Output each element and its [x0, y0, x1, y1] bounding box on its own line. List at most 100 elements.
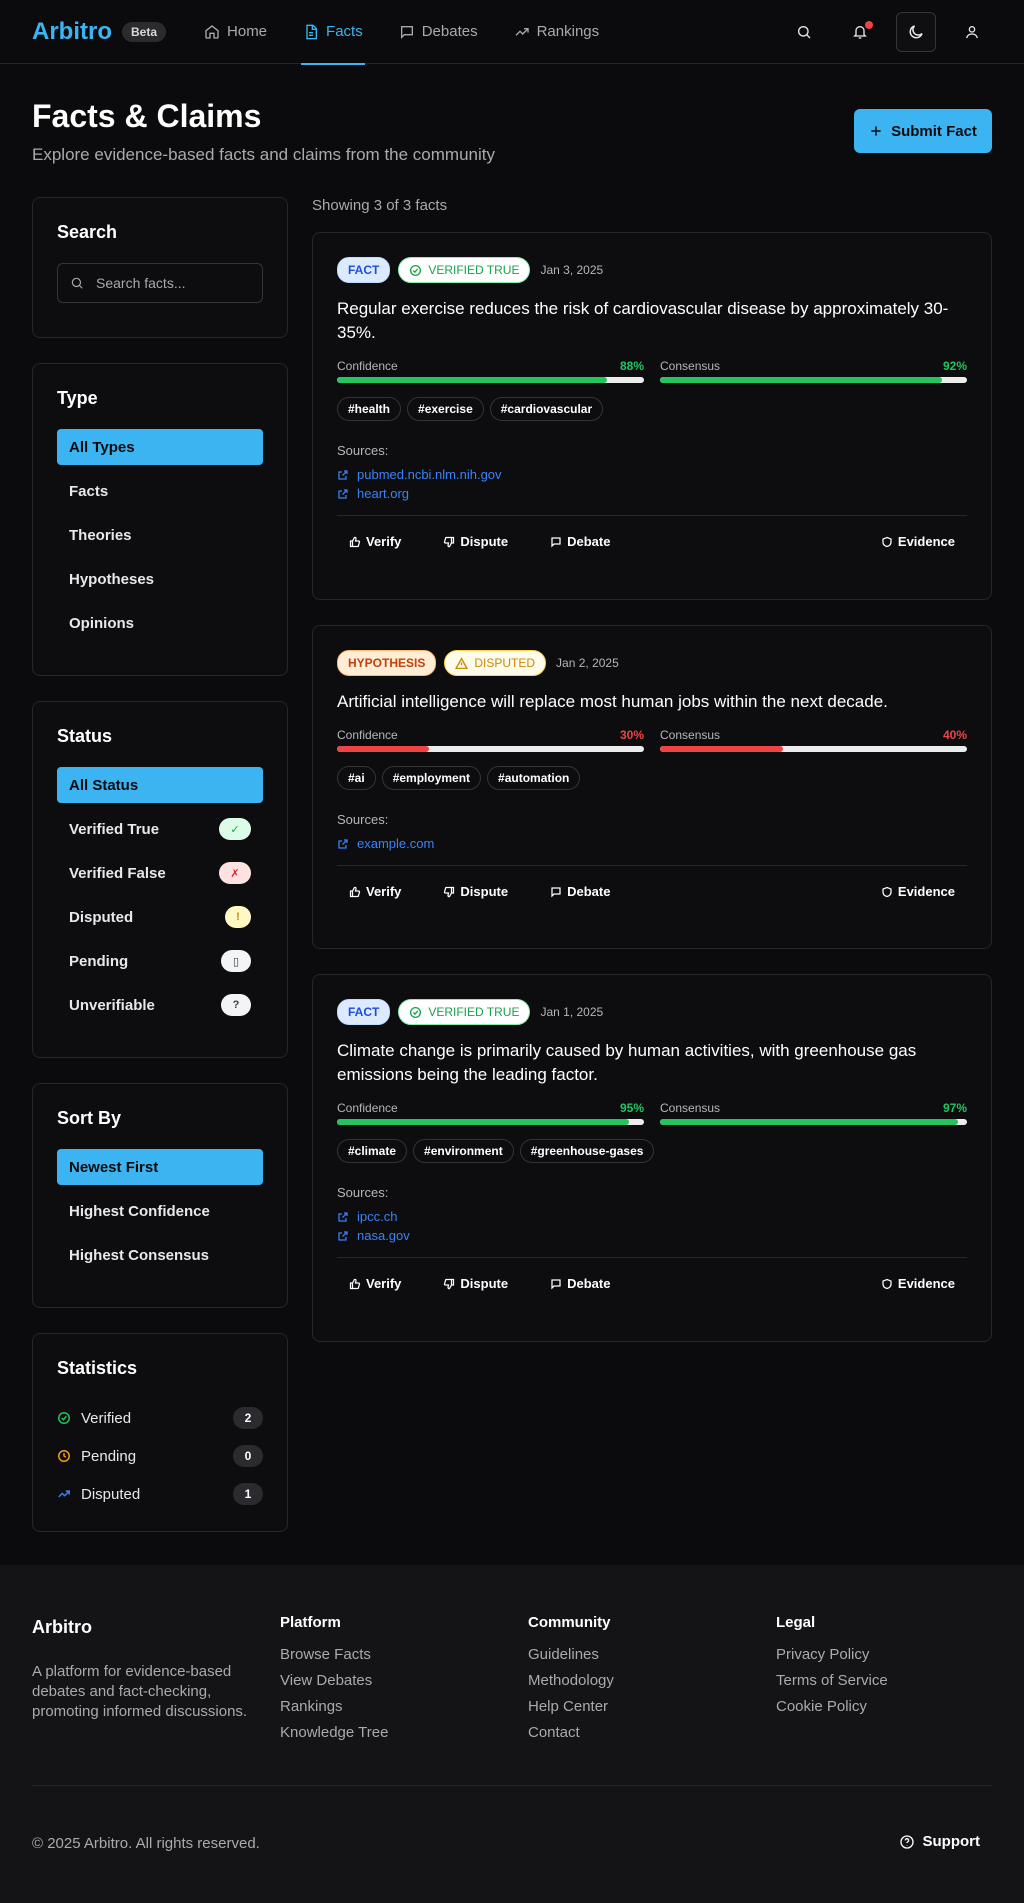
source-link[interactable]: example.com — [337, 836, 967, 851]
search-input[interactable] — [96, 275, 266, 291]
user-icon — [964, 24, 980, 40]
site-footer: Arbitro A platform for evidence-based de… — [0, 1565, 1024, 1903]
type-option-hypotheses[interactable]: Hypotheses — [57, 561, 263, 597]
source-link-text: ipcc.ch — [357, 1209, 398, 1224]
message-icon — [550, 1278, 562, 1290]
evidence-button[interactable]: Evidence — [869, 878, 967, 905]
home-icon — [204, 24, 220, 40]
fact-actions: Verify Dispute Debate Evidence — [337, 515, 967, 555]
footer-link[interactable]: Terms of Service — [776, 1672, 1024, 1689]
verify-button[interactable]: Verify — [337, 1270, 413, 1297]
verify-button[interactable]: Verify — [337, 878, 413, 905]
tag[interactable]: #cardiovascular — [489, 397, 604, 421]
debate-button[interactable]: Debate — [538, 1270, 622, 1297]
sort-option-newest[interactable]: Newest First — [57, 1149, 263, 1185]
consensus-label: Consensus — [660, 1101, 721, 1115]
type-option-opinions[interactable]: Opinions — [57, 605, 263, 641]
nav-debates-label: Debates — [421, 23, 478, 40]
page-title: Facts & Claims — [32, 98, 262, 134]
sort-option-confidence[interactable]: Highest Confidence — [57, 1193, 263, 1229]
tag[interactable]: #employment — [381, 766, 482, 790]
footer-link[interactable]: Cookie Policy — [776, 1698, 1024, 1715]
consensus-value: 40% — [942, 728, 967, 742]
stat-count: 1 — [233, 1483, 263, 1505]
footer-link[interactable]: Rankings — [280, 1698, 528, 1715]
sources-label: Sources: — [337, 1185, 389, 1200]
source-link[interactable]: ipcc.ch — [337, 1209, 967, 1224]
fact-date: Jan 1, 2025 — [540, 1005, 604, 1019]
consensus-bar — [660, 377, 967, 383]
tag[interactable]: #ai — [337, 766, 376, 790]
verify-button[interactable]: Verify — [337, 528, 413, 555]
consensus-bar-fill — [660, 746, 783, 752]
message-icon — [399, 24, 415, 40]
nav-rankings[interactable]: Rankings — [496, 0, 618, 64]
fact-claim[interactable]: Artificial intelligence will replace mos… — [337, 690, 967, 714]
type-badge: HYPOTHESIS — [337, 650, 437, 676]
nav-debates[interactable]: Debates — [381, 0, 496, 64]
footer-link[interactable]: Contact — [528, 1724, 776, 1741]
support-button[interactable]: Support — [887, 1827, 993, 1856]
search-button[interactable] — [784, 12, 824, 52]
dispute-button[interactable]: Dispute — [431, 878, 520, 905]
evidence-button[interactable]: Evidence — [869, 528, 967, 555]
nav-facts[interactable]: Facts — [285, 0, 381, 65]
consensus-meter: Consensus 40% — [660, 728, 967, 752]
verify-label: Verify — [366, 884, 402, 899]
notifications-button[interactable] — [840, 12, 880, 52]
facts-list: Showing 3 of 3 facts FACT VERIFIED TRUE … — [312, 197, 992, 1367]
tag[interactable]: #environment — [413, 1139, 514, 1163]
status-option-label: All Status — [69, 776, 139, 794]
submit-fact-button[interactable]: Submit Fact — [854, 109, 992, 153]
tag[interactable]: #health — [337, 397, 402, 421]
results-count: Showing 3 of 3 facts — [312, 197, 448, 214]
nav-rankings-label: Rankings — [536, 23, 600, 40]
check-circle-icon — [57, 1411, 71, 1425]
sources-label: Sources: — [337, 443, 389, 458]
status-option-unverifiable[interactable]: Unverifiable? — [57, 987, 263, 1023]
sort-option-consensus[interactable]: Highest Consensus — [57, 1237, 263, 1273]
source-link[interactable]: pubmed.ncbi.nlm.nih.gov — [337, 467, 967, 482]
tag[interactable]: #automation — [487, 766, 581, 790]
type-option-facts[interactable]: Facts — [57, 473, 263, 509]
fact-actions: Verify Dispute Debate Evidence — [337, 865, 967, 905]
question-icon: ? — [221, 994, 251, 1016]
status-option-disputed[interactable]: Disputed! — [57, 899, 263, 935]
evidence-button[interactable]: Evidence — [869, 1270, 967, 1297]
source-link[interactable]: nasa.gov — [337, 1228, 967, 1243]
status-option-all[interactable]: All Status — [57, 767, 263, 803]
footer-link[interactable]: Help Center — [528, 1698, 776, 1715]
nav-home[interactable]: Home — [186, 0, 285, 64]
footer-link[interactable]: Knowledge Tree — [280, 1724, 528, 1741]
source-link[interactable]: heart.org — [337, 486, 967, 501]
status-panel-title: Status — [57, 726, 113, 746]
tag[interactable]: #exercise — [407, 397, 484, 421]
evidence-label: Evidence — [897, 884, 955, 899]
fact-claim[interactable]: Climate change is primarily caused by hu… — [337, 1039, 967, 1087]
confidence-meter: Confidence 88% — [337, 359, 644, 383]
profile-button[interactable] — [952, 12, 992, 52]
confidence-bar-fill — [337, 1119, 629, 1125]
footer-link[interactable]: Guidelines — [528, 1646, 776, 1663]
tag[interactable]: #climate — [337, 1139, 408, 1163]
footer-link[interactable]: Methodology — [528, 1672, 776, 1689]
statistics-panel-title: Statistics — [57, 1358, 138, 1378]
type-option-theories[interactable]: Theories — [57, 517, 263, 553]
dispute-button[interactable]: Dispute — [431, 1270, 520, 1297]
status-option-verified-false[interactable]: Verified False ✗ — [57, 855, 263, 891]
tag[interactable]: #greenhouse-gases — [519, 1139, 655, 1163]
footer-link[interactable]: Browse Facts — [280, 1646, 528, 1663]
status-option-pending[interactable]: Pending ▯ — [57, 943, 263, 979]
dispute-button[interactable]: Dispute — [431, 528, 520, 555]
sources-label: Sources: — [337, 812, 389, 827]
status-badge-label: DISPUTED — [474, 656, 536, 670]
type-option-all[interactable]: All Types — [57, 429, 263, 465]
debate-button[interactable]: Debate — [538, 528, 622, 555]
brand-logo[interactable]: Arbitro — [32, 18, 112, 46]
theme-toggle-button[interactable] — [896, 11, 936, 52]
footer-link[interactable]: Privacy Policy — [776, 1646, 1024, 1663]
status-option-verified-true[interactable]: Verified True ✓ — [57, 811, 263, 847]
footer-link[interactable]: View Debates — [280, 1672, 528, 1689]
fact-claim[interactable]: Regular exercise reduces the risk of car… — [337, 297, 967, 345]
debate-button[interactable]: Debate — [538, 878, 622, 905]
